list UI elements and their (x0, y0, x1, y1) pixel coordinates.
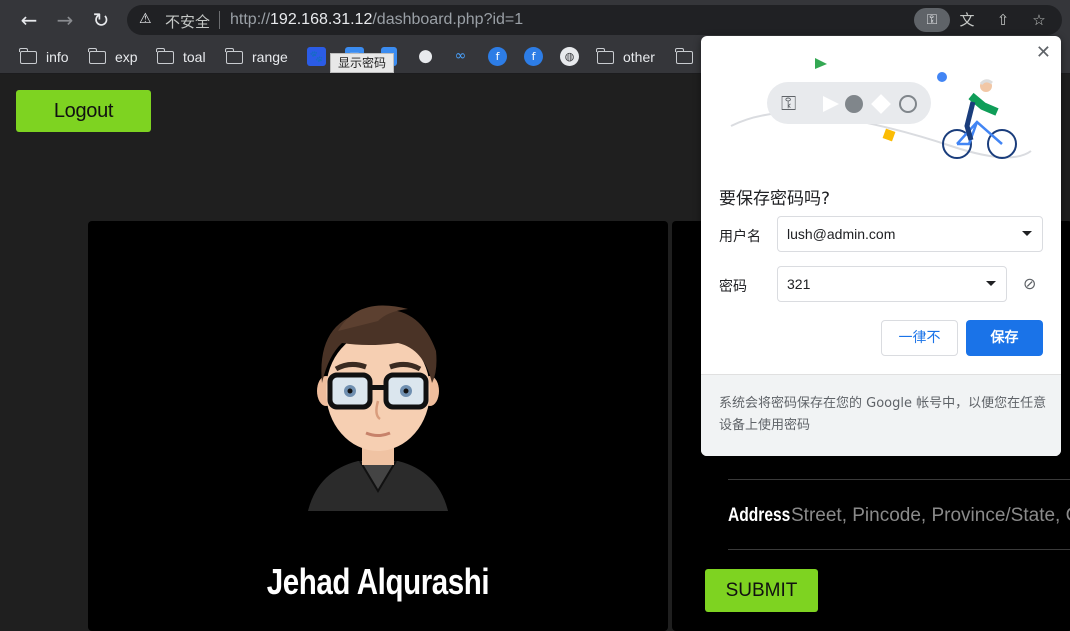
address-input[interactable]: Street, Pincode, Province/State, Co (791, 505, 1070, 527)
translate-icon[interactable]: 文 (955, 9, 979, 31)
tooltip: 显示密码 (330, 53, 394, 73)
svg-text:⚿: ⚿ (781, 91, 796, 115)
reload-icon[interactable]: ↻ (89, 8, 113, 32)
chevron-down-icon[interactable] (1022, 231, 1032, 236)
warning-triangle-icon[interactable]: ⚠ (139, 11, 152, 27)
password-value: 321 (787, 276, 811, 292)
avatar (308, 305, 448, 511)
bookmark-folder-other[interactable]: other (596, 48, 655, 66)
bookmark-folder[interactable] (675, 48, 702, 66)
back-arrow-icon[interactable]: ← (17, 8, 41, 32)
folder-icon (88, 48, 106, 64)
github-icon[interactable]: ● (416, 47, 435, 66)
dialog-title: 要保存密码吗? (719, 189, 831, 209)
profile-name: Jehad Alqurashi (266, 561, 490, 602)
cloud-icon[interactable]: ∞ (451, 47, 470, 66)
browser-toolbar: ← → ↻ ⚠ 不安全 http://192.168.31.12/dashboa… (0, 0, 1070, 40)
eye-off-icon[interactable]: ⊘ (1023, 274, 1036, 293)
folder-icon (19, 48, 37, 64)
forward-arrow-icon[interactable]: → (53, 8, 77, 32)
folder-icon (225, 48, 243, 64)
fofa-icon[interactable]: f (524, 47, 543, 66)
save-password-illustration: ⚿ (730, 58, 1032, 159)
address-label: Address (728, 505, 791, 526)
password-key-icon[interactable]: ⚿ (914, 8, 950, 32)
fofa-icon[interactable]: f (488, 47, 507, 66)
share-icon[interactable]: ⇧ (991, 9, 1015, 31)
form-divider (728, 479, 1070, 480)
bookmark-folder-info[interactable]: info (19, 48, 69, 66)
folder-icon (156, 48, 174, 64)
bookmark-folder-toal[interactable]: toal (156, 48, 206, 66)
submit-button[interactable]: SUBMIT (705, 569, 818, 612)
save-password-dialog: ✕ ⚿ 要保存密码吗? 用户名 lush@admin.com 密码 321 ⊘ … (701, 36, 1061, 456)
bookmark-star-icon[interactable]: ☆ (1027, 9, 1051, 31)
url-text[interactable]: http://192.168.31.12/dashboard.php?id=1 (230, 11, 523, 29)
address-bar[interactable]: ⚠ 不安全 http://192.168.31.12/dashboard.php… (127, 5, 1062, 35)
form-divider (728, 549, 1070, 550)
dialog-footer: 系统会将密码保存在您的 Google 帐号中，以便您在任意设备上使用密码 (701, 374, 1061, 456)
profile-card: Jehad Alqurashi (88, 221, 668, 631)
save-button[interactable]: 保存 (966, 320, 1043, 356)
logout-button[interactable]: Logout (16, 90, 151, 132)
username-label: 用户名 (719, 229, 761, 245)
globe-icon[interactable]: ◍ (560, 47, 579, 66)
bookmark-folder-exp[interactable]: exp (88, 48, 138, 66)
baidu-paw-icon[interactable]: 🐾 (307, 47, 326, 66)
bookmark-folder-range[interactable]: range (225, 48, 288, 66)
username-field[interactable]: lush@admin.com (777, 216, 1043, 252)
never-button[interactable]: 一律不 (881, 320, 958, 356)
password-field[interactable]: 321 (777, 266, 1007, 302)
omnibox-separator (219, 11, 220, 29)
username-value: lush@admin.com (787, 226, 896, 242)
folder-icon (675, 48, 693, 64)
insecure-label[interactable]: 不安全 (165, 11, 210, 32)
chevron-down-icon[interactable] (986, 281, 996, 286)
folder-icon (596, 48, 614, 64)
footer-text: 系统会将密码保存在您的 Google 帐号中，以便您在任意设备上使用密码 (719, 396, 1047, 433)
password-label: 密码 (719, 279, 747, 295)
